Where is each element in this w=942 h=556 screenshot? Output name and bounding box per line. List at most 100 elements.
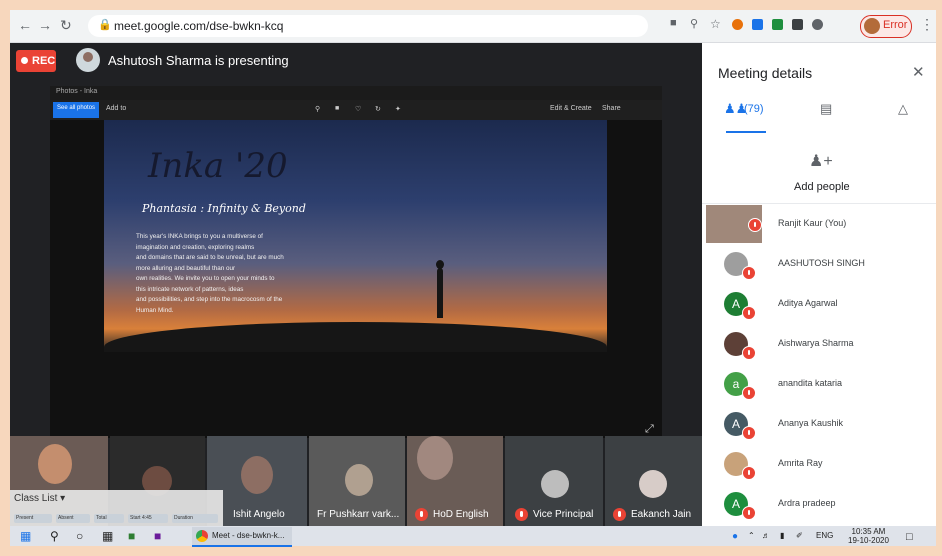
muted-mic-icon bbox=[748, 218, 762, 232]
puzzle-icon[interactable] bbox=[812, 19, 823, 30]
presenting-text: Ashutosh Sharma is presenting bbox=[108, 53, 289, 68]
zoom-icon[interactable]: ⚲ bbox=[690, 17, 698, 30]
edit-create-label: Edit & Create bbox=[550, 105, 592, 112]
add-people-button[interactable]: Add people bbox=[794, 181, 850, 193]
start-chip: Start 4:45 bbox=[128, 514, 168, 523]
battery-icon[interactable]: ▮ bbox=[780, 531, 784, 540]
bookmark-star-icon[interactable]: ☆ bbox=[710, 17, 721, 31]
taskbar: ▦ ⚲ ○ ▦ ■ ■ Meet - dse-bwkn-k... ● ⌃ ♬ ▮… bbox=[10, 526, 936, 547]
avatar bbox=[864, 18, 880, 34]
forward-icon[interactable]: → bbox=[38, 17, 52, 33]
participant-avatar bbox=[639, 470, 667, 498]
participant-tile[interactable]: HoD English bbox=[407, 436, 503, 526]
chrome-icon bbox=[196, 530, 208, 542]
profile-error-button[interactable]: Error bbox=[860, 15, 912, 38]
class-list-header[interactable]: Class List ▾ bbox=[14, 493, 65, 504]
app-icon[interactable]: ■ bbox=[154, 529, 161, 543]
tab-people[interactable]: ♟♟ (79) bbox=[724, 97, 784, 127]
chat-icon: ▤ bbox=[820, 101, 833, 116]
rotate-icon: ↻ bbox=[375, 106, 381, 113]
network-app-icon[interactable]: ● bbox=[732, 531, 738, 542]
fullscreen-icon[interactable]: ⤢ bbox=[645, 423, 654, 436]
activities-icon: △ bbox=[898, 101, 908, 116]
add-person-icon[interactable]: ♟+ bbox=[809, 151, 833, 171]
recording-badge: REC bbox=[16, 50, 56, 72]
windows-start-icon[interactable]: ▦ bbox=[20, 529, 31, 543]
participant-avatar bbox=[541, 470, 569, 498]
slide-body: This year's INKA brings to you a multive… bbox=[136, 233, 284, 314]
search-icon[interactable]: ⚲ bbox=[50, 529, 59, 543]
participant-tile[interactable]: Fr Pushkarr vark... bbox=[309, 436, 405, 526]
muted-mic-icon bbox=[742, 506, 756, 520]
shared-window-toolbar: See all photos Add to ⚲ ■ ♡ ↻ ✦ Edit & C… bbox=[50, 100, 662, 120]
participant-strip: Ishit Angelo Fr Pushkarr vark... HoD Eng… bbox=[10, 436, 702, 526]
cortana-icon[interactable]: ○ bbox=[76, 529, 83, 543]
participant-row[interactable]: a anandita kataria bbox=[702, 364, 936, 404]
browser-toolbar: ← → ↻ 🔒 meet.google.com/dse-bwkn-kcq ■ ⚲… bbox=[10, 10, 936, 43]
participant-tile[interactable]: Eakanch Jain bbox=[605, 436, 702, 526]
participant-face bbox=[38, 444, 72, 484]
delete-icon: ■ bbox=[335, 105, 340, 112]
address-bar[interactable]: 🔒 meet.google.com/dse-bwkn-kcq bbox=[88, 15, 648, 37]
notification-icon[interactable]: □ bbox=[906, 531, 913, 543]
chevron-up-icon[interactable]: ⌃ bbox=[748, 531, 755, 540]
extension-icon[interactable] bbox=[792, 19, 803, 30]
presenter-avatar bbox=[76, 48, 100, 72]
duration-chip: Duration bbox=[172, 514, 218, 523]
muted-mic-icon bbox=[515, 508, 528, 521]
muted-mic-icon bbox=[742, 346, 756, 360]
participant-row[interactable]: A Ananya Kaushik bbox=[702, 404, 936, 444]
participant-face bbox=[417, 436, 453, 480]
participant-row[interactable]: Aishwarya Sharma bbox=[702, 324, 936, 364]
active-tab-indicator bbox=[726, 131, 766, 133]
task-view-icon[interactable]: ▦ bbox=[102, 529, 113, 543]
back-icon[interactable]: ← bbox=[18, 17, 32, 33]
extension-icon[interactable] bbox=[752, 19, 763, 30]
participant-row[interactable]: AASHUTOSH SINGH bbox=[702, 244, 936, 284]
participant-row[interactable]: Ranjit Kaur (You) bbox=[702, 204, 936, 244]
error-label: Error bbox=[883, 19, 908, 31]
muted-mic-icon bbox=[742, 466, 756, 480]
language-indicator[interactable]: ENG bbox=[816, 531, 833, 540]
pen-icon[interactable]: ✐ bbox=[796, 531, 803, 540]
menu-icon[interactable]: ⋮ bbox=[920, 16, 934, 33]
close-icon[interactable]: ✕ bbox=[912, 63, 925, 81]
participant-tile[interactable]: Vice Principal bbox=[505, 436, 603, 526]
record-dot-icon bbox=[21, 57, 28, 64]
taskbar-chrome-window[interactable]: Meet - dse-bwkn-k... bbox=[192, 527, 292, 547]
total-chip: Total bbox=[94, 514, 124, 523]
share-label: Share bbox=[602, 105, 621, 112]
participant-row[interactable]: Amrita Ray bbox=[702, 444, 936, 484]
lock-icon: 🔒 bbox=[98, 19, 112, 31]
slide-subtitle: Phantasia : Infinity & Beyond bbox=[142, 202, 306, 215]
camera-icon[interactable]: ■ bbox=[670, 17, 677, 29]
participant-row[interactable]: A Aditya Agarwal bbox=[702, 284, 936, 324]
panel-title: Meeting details bbox=[718, 65, 813, 81]
muted-mic-icon bbox=[742, 426, 756, 440]
reload-icon[interactable]: ↻ bbox=[60, 17, 72, 34]
crop-icon: ✦ bbox=[395, 106, 401, 113]
tab-chat[interactable]: ▤ bbox=[820, 97, 850, 127]
person-silhouette bbox=[436, 260, 444, 318]
meeting-stage: REC Ashutosh Sharma is presenting Photos… bbox=[10, 43, 702, 526]
participant-face bbox=[241, 456, 273, 494]
see-all-photos-button: See all photos bbox=[53, 102, 99, 118]
muted-mic-icon bbox=[742, 266, 756, 280]
shared-window-titlebar: Photos - Inka bbox=[50, 86, 662, 100]
present-chip: Present bbox=[14, 514, 52, 523]
participant-row[interactable]: A Ardra pradeep bbox=[702, 484, 936, 524]
clock[interactable]: 10:35 AM 19-10-2020 bbox=[848, 527, 889, 545]
checkmark-icon[interactable] bbox=[772, 19, 783, 30]
hill-silhouette bbox=[104, 322, 607, 352]
muted-mic-icon bbox=[415, 508, 428, 521]
tab-activities[interactable]: △ bbox=[898, 97, 928, 127]
url-text: meet.google.com/dse-bwkn-kcq bbox=[114, 19, 284, 33]
speaker-icon[interactable]: ♬ bbox=[762, 531, 770, 540]
app-icon[interactable]: ■ bbox=[128, 529, 135, 543]
class-list-overlay[interactable]: Class List ▾ Present Absent Total Start … bbox=[10, 490, 223, 526]
participant-face bbox=[345, 464, 373, 496]
heart-icon: ♡ bbox=[355, 106, 362, 113]
extension-icon[interactable] bbox=[732, 19, 743, 30]
absent-chip: Absent bbox=[56, 514, 90, 523]
meeting-details-panel: Meeting details ✕ ♟♟ (79) ▤ △ ♟+ Add peo… bbox=[702, 43, 936, 526]
